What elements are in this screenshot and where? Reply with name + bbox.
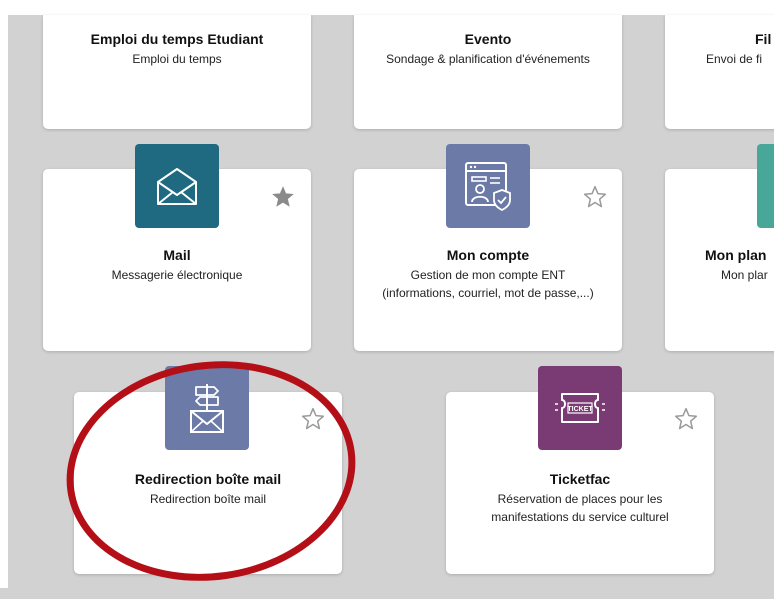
app-description: Réservation de places pour les xyxy=(497,492,663,506)
favorite-star-outline-icon[interactable] xyxy=(300,406,326,432)
ticket-label: TICKET xyxy=(567,406,593,413)
ticket-icon: TICKET xyxy=(555,393,605,423)
app-title: Mail xyxy=(163,247,191,263)
app-description: Mon plar xyxy=(721,268,768,282)
mon-compte-app-tile[interactable] xyxy=(446,144,530,228)
app-description: Redirection boîte mail xyxy=(149,492,267,506)
account-profile-icon xyxy=(465,162,511,212)
app-title: Emploi du temps Etudiant xyxy=(90,31,264,47)
app-title: Mon compte xyxy=(446,247,530,263)
app-card-emploi-du-temps[interactable]: Emploi du temps Etudiant Emploi du temps xyxy=(43,15,311,129)
app-title: Ticketfac xyxy=(549,471,611,487)
app-card-evento[interactable]: Evento Sondage & planification d'événeme… xyxy=(354,15,622,129)
envelope-open-icon xyxy=(157,168,197,205)
top-strip xyxy=(0,0,774,15)
app-description: Messagerie électronique xyxy=(111,268,243,282)
favorite-star-outline-icon[interactable] xyxy=(582,184,608,210)
app-title: Evento xyxy=(464,31,512,47)
mail-app-tile[interactable] xyxy=(135,144,219,228)
redirection-app-tile[interactable] xyxy=(165,366,249,450)
app-description-line2: (informations, courriel, mot de passe,..… xyxy=(382,286,594,300)
left-strip xyxy=(0,15,8,588)
app-title: Redirection boîte mail xyxy=(134,471,282,487)
favorite-star-filled-icon[interactable] xyxy=(270,184,296,210)
app-description: Envoi de fi xyxy=(706,52,763,66)
app-description-line2: manifestations du service culturel xyxy=(491,510,669,524)
app-description: Emploi du temps xyxy=(132,52,222,66)
app-card-fil[interactable]: Fil Envoi de fi xyxy=(665,15,774,129)
mail-signpost-icon xyxy=(190,384,224,433)
app-description: Sondage & planification d'événements xyxy=(386,52,590,66)
ticketfac-app-tile[interactable]: TICKET xyxy=(538,366,622,450)
app-title: Fil xyxy=(755,31,772,47)
app-title: Mon plan xyxy=(705,247,767,263)
favorite-star-outline-icon[interactable] xyxy=(673,406,699,432)
mon-plan-app-tile[interactable] xyxy=(757,144,774,228)
app-description: Gestion de mon compte ENT xyxy=(410,268,566,282)
